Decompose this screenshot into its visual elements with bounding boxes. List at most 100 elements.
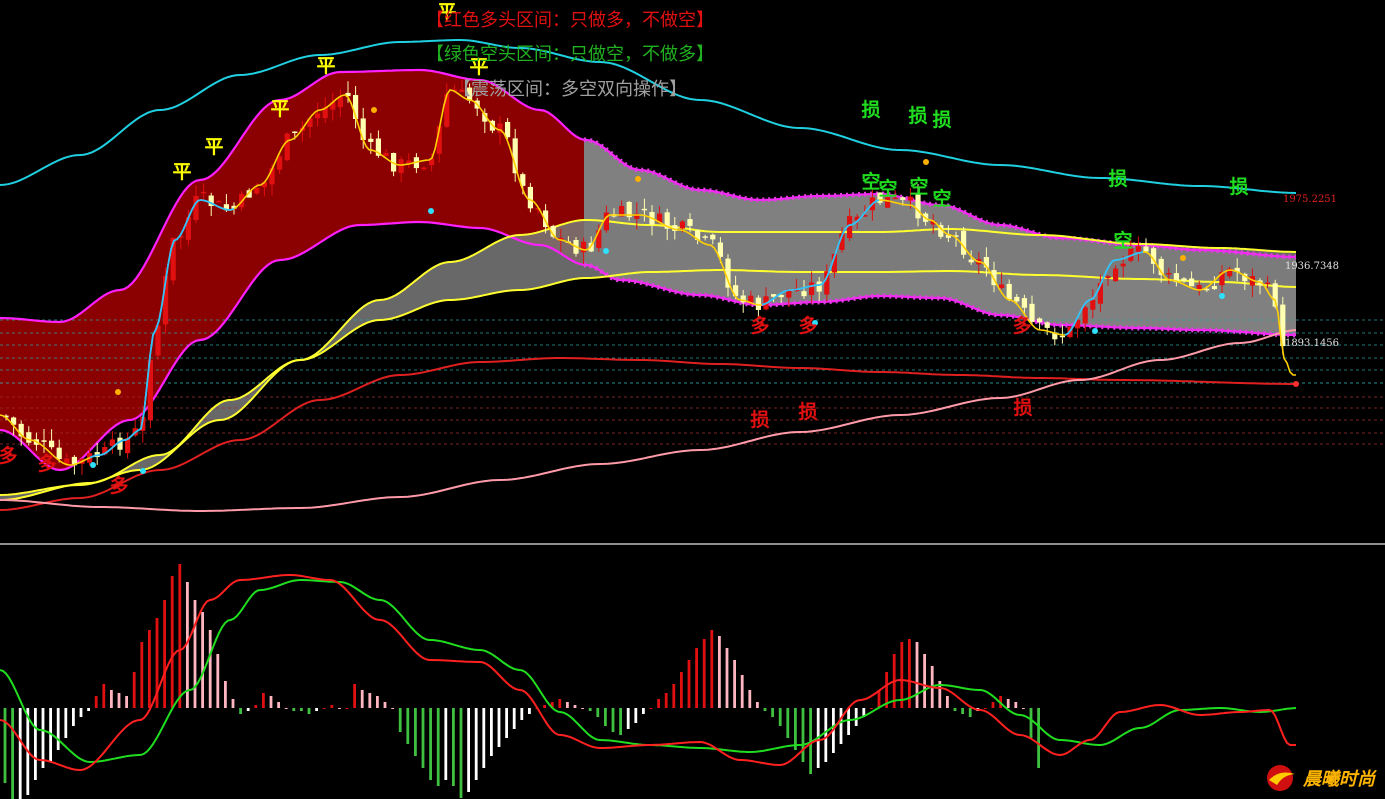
macd-bar xyxy=(246,708,250,711)
signal-label-sell: 损 xyxy=(1108,168,1127,190)
candle-body xyxy=(816,281,822,292)
candle-body xyxy=(1006,283,1012,300)
macd-bar xyxy=(322,708,326,709)
macd-bar xyxy=(353,684,356,708)
candle-body xyxy=(1113,268,1119,282)
candle-body xyxy=(1021,298,1027,308)
candle-body xyxy=(1166,272,1172,275)
macd-bar xyxy=(148,630,151,708)
macd-bar xyxy=(315,708,318,711)
macd-bar xyxy=(718,636,721,708)
signal-label-sell: 空 xyxy=(878,177,897,200)
candle-body xyxy=(710,234,716,240)
signal-dot xyxy=(1092,328,1098,334)
macd-bar xyxy=(300,708,303,711)
macd-bar xyxy=(588,708,592,711)
macd-bar xyxy=(170,576,174,708)
macd-bar xyxy=(254,705,258,708)
macd-bar xyxy=(558,699,562,708)
signal-dot xyxy=(635,176,641,182)
macd-bar xyxy=(292,708,296,711)
macd-bar xyxy=(642,708,645,714)
signal-label-buy: 损 xyxy=(798,401,817,423)
macd-bar xyxy=(56,708,60,750)
macd-bar xyxy=(756,702,759,708)
macd-bar xyxy=(64,708,68,738)
candle-body xyxy=(41,440,47,442)
signal-dot xyxy=(1180,255,1186,261)
macd-bar xyxy=(110,690,113,708)
candle-body xyxy=(641,208,647,211)
macd-bar xyxy=(444,708,448,780)
macd-bar xyxy=(208,630,212,708)
macd-bar xyxy=(710,630,714,708)
macd-bar xyxy=(968,708,972,717)
macd-bar xyxy=(216,654,220,708)
macd-bar xyxy=(1029,708,1033,738)
macd-bar xyxy=(132,672,136,708)
macd-bar xyxy=(421,708,425,768)
macd-bar xyxy=(284,708,288,709)
macd-bar xyxy=(18,708,22,799)
price-label: 1975.2251 xyxy=(1283,194,1337,205)
candle-body xyxy=(900,197,906,200)
candle-body xyxy=(1090,299,1096,310)
signal-label-buy: 多 xyxy=(109,474,128,497)
candle-body xyxy=(1265,282,1271,285)
candle-body xyxy=(968,259,974,263)
macd-bar xyxy=(991,702,995,708)
signal-dot xyxy=(428,208,434,214)
macd-bar xyxy=(900,642,904,708)
candle-body xyxy=(421,167,427,170)
macd-bar xyxy=(452,708,455,786)
price-chart: 多多多多多多平平平平平平空空 空空空损损损损 损损损损 1975.22511936.… xyxy=(0,0,1385,799)
macd-bar xyxy=(360,690,364,708)
macd-bar xyxy=(163,600,166,708)
candle-body xyxy=(368,138,374,142)
macd-bar xyxy=(391,708,394,709)
candle-body xyxy=(1014,296,1020,302)
legend-bull: 【红色多头区间：只做多，不做空】 xyxy=(426,10,714,31)
candle-body xyxy=(1135,246,1141,252)
candle-body xyxy=(1044,322,1050,328)
candle-body xyxy=(254,188,260,194)
signal-dot xyxy=(90,462,96,468)
macd-bar xyxy=(406,708,410,744)
signal-label-sell: 空 xyxy=(909,175,928,198)
signal-label-sell: 损 xyxy=(932,109,951,131)
macd-bar xyxy=(695,648,698,708)
signal-dot xyxy=(603,248,609,254)
candle-body xyxy=(216,200,222,203)
macd-bar xyxy=(680,672,683,708)
macd-bar xyxy=(368,693,372,708)
macd-bar xyxy=(383,702,387,708)
macd-bar xyxy=(436,708,440,786)
macd-bar xyxy=(702,639,706,708)
macd-bar xyxy=(178,564,182,708)
signal-label-buy: 多 xyxy=(37,452,56,475)
signal-dot xyxy=(371,107,377,113)
candle-body xyxy=(292,131,298,134)
macd-bar xyxy=(984,708,987,709)
signal-label-flat: 平 xyxy=(172,161,191,183)
macd-bar xyxy=(117,693,121,708)
macd-bar xyxy=(140,642,144,708)
candle-body xyxy=(527,186,533,209)
macd-bar xyxy=(87,708,90,711)
candle-body xyxy=(315,113,321,119)
macd-bar xyxy=(497,708,501,747)
macd-bar xyxy=(94,696,98,708)
candle-body xyxy=(801,291,807,297)
signal-dot xyxy=(115,389,121,395)
macd-bar xyxy=(543,705,546,708)
macd-bar xyxy=(79,708,83,717)
macd-bar xyxy=(3,708,7,783)
macd-bar xyxy=(520,708,524,720)
macd-bar xyxy=(778,708,782,726)
sun-bird-logo-icon xyxy=(1267,765,1295,791)
macd-bar xyxy=(459,708,463,798)
macd-bar xyxy=(193,600,197,708)
candle-body xyxy=(809,282,815,295)
signal-label-sell: 损 xyxy=(908,105,927,127)
macd-bar xyxy=(870,708,873,709)
